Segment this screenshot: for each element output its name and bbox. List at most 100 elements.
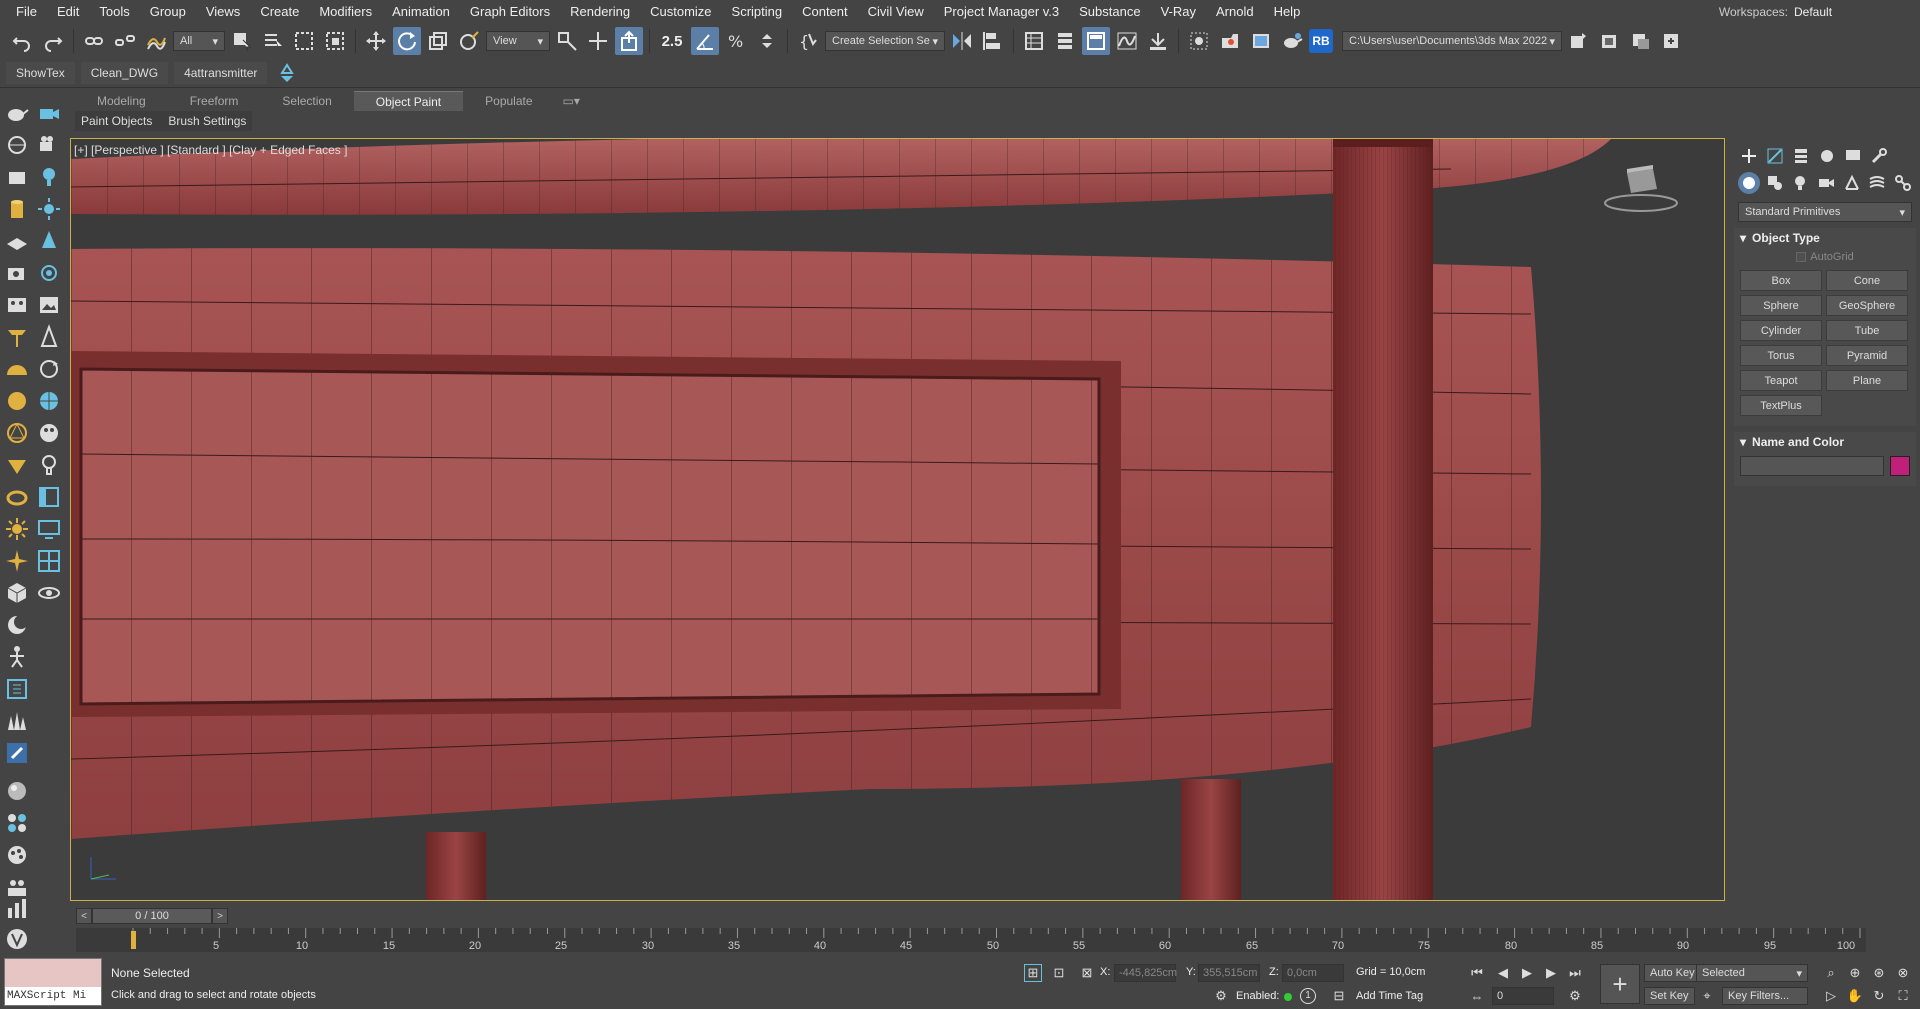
torus-tool-button[interactable] (4, 484, 30, 510)
window-crossing-button[interactable] (321, 27, 349, 55)
torus-button[interactable]: Torus (1740, 345, 1822, 366)
perspective-viewport[interactable]: [+] [Perspective ] [Standard ] [Clay + E… (70, 138, 1725, 901)
workspaces-dropdown[interactable]: Default (1794, 5, 1914, 19)
time-config-button[interactable]: ⚙ (1566, 987, 1584, 1005)
autogrid-checkbox[interactable] (1796, 252, 1807, 262)
material-editor-button[interactable] (1185, 27, 1213, 55)
cylinder-button[interactable]: Cylinder (1740, 320, 1822, 341)
maxscript-listener[interactable]: MAXScript Mi (4, 958, 102, 1006)
chart-tool-button[interactable] (4, 896, 30, 922)
snaps-toggle-button[interactable]: 2.5 (656, 27, 688, 55)
object-category-dropdown[interactable]: Standard Primitives ▾ (1738, 202, 1912, 222)
named-selection-set-dropdown[interactable]: Create Selection Se ▾ (825, 31, 945, 51)
zoom-button[interactable]: ⌕ (1822, 964, 1840, 982)
menu-rendering[interactable]: Rendering (560, 0, 640, 24)
goto-end-button[interactable]: ⏭ (1566, 964, 1584, 982)
pyramid-button[interactable]: Pyramid (1826, 345, 1908, 366)
hierarchy-tool-button[interactable] (4, 676, 30, 702)
set-project-folder-button[interactable] (1596, 27, 1624, 55)
unlink-button[interactable] (111, 27, 139, 55)
add-time-tag[interactable]: Add Time Tag (1356, 990, 1423, 1002)
panel-tool-button[interactable] (36, 484, 62, 510)
rb-plugin-button[interactable]: RB (1309, 29, 1333, 53)
rotate-button[interactable] (393, 27, 421, 55)
next-frame-button[interactable]: ▶ (1542, 964, 1560, 982)
layer-explorer-button[interactable] (1051, 27, 1079, 55)
hierarchy-tab[interactable] (1790, 145, 1812, 167)
menu-group[interactable]: Group (140, 0, 196, 24)
utilities-tab[interactable] (1868, 145, 1890, 167)
rotate-view-tool-button[interactable] (36, 356, 62, 382)
menu-help[interactable]: Help (1264, 0, 1311, 24)
scene-explorer-button[interactable] (1020, 27, 1048, 55)
project-tools-button[interactable] (1658, 27, 1686, 55)
maxscript-mini-input[interactable]: MAXScript Mi (5, 987, 101, 1005)
systems-category[interactable] (1892, 172, 1914, 194)
spacewarps-category[interactable] (1867, 172, 1889, 194)
teapot-tool-button[interactable] (4, 100, 30, 126)
particles-tool-button[interactable] (4, 810, 30, 836)
light-tool-button[interactable] (36, 164, 62, 190)
figure-tool-button[interactable] (4, 644, 30, 670)
textplus-button[interactable]: TextPlus (1740, 395, 1822, 416)
cone-button[interactable]: Cone (1826, 270, 1908, 291)
percent-snap-button[interactable]: % (722, 27, 750, 55)
field-of-view-button[interactable]: ▷ (1822, 987, 1840, 1005)
helpers-category[interactable] (1841, 172, 1863, 194)
orbit-tool-button[interactable] (4, 132, 30, 158)
palette2-tool-button[interactable] (4, 842, 30, 868)
menu-civil-view[interactable]: Civil View (858, 0, 934, 24)
render-cam-tool-button[interactable] (4, 260, 30, 286)
rect-selection-button[interactable] (290, 27, 318, 55)
globe-tool-button[interactable] (36, 388, 62, 414)
move-button[interactable] (362, 27, 390, 55)
zoom-all-button[interactable]: ⊕ (1846, 964, 1864, 982)
omni-tool-button[interactable] (36, 260, 62, 286)
edit-named-selection-button[interactable]: { (794, 27, 822, 55)
absolute-mode-button[interactable]: ⊠ (1078, 964, 1096, 982)
project-folder-dropdown[interactable]: C:\Users\user\Documents\3ds Max 2022 ▾ (1342, 31, 1562, 51)
undo-button[interactable] (8, 27, 36, 55)
tab-selection[interactable]: Selection (260, 91, 353, 111)
play-button[interactable]: ▶ (1518, 964, 1536, 982)
tab-modeling[interactable]: Modeling (75, 91, 168, 111)
spotlight-tool-button[interactable] (36, 228, 62, 254)
object-name-input[interactable] (1740, 456, 1885, 476)
selection-lock-button[interactable]: ⊡ (1050, 964, 1068, 982)
cameras-category[interactable] (1815, 172, 1837, 194)
project-folder-button[interactable] (1565, 27, 1593, 55)
paint-tool-button[interactable] (4, 740, 30, 766)
prev-frame-button[interactable]: ◀ (1494, 964, 1512, 982)
image-tool-button[interactable] (36, 292, 62, 318)
viewport-label[interactable]: [+] [Perspective ] [Standard ] [Clay + E… (74, 143, 347, 157)
current-frame-field[interactable]: 0 (1492, 987, 1554, 1005)
mirror-button[interactable] (948, 27, 976, 55)
clean-dwg-button[interactable]: Clean_DWG (80, 61, 169, 84)
camera2-tool-button[interactable] (36, 132, 62, 158)
sparkle-tool-button[interactable] (4, 548, 30, 574)
redo-button[interactable] (39, 27, 67, 55)
bind-spacewarp-button[interactable] (142, 27, 170, 55)
brush-settings-panel[interactable]: Brush Settings (162, 114, 252, 128)
selection-filter-dropdown[interactable]: All ▾ (173, 31, 225, 51)
menu-customize[interactable]: Customize (640, 0, 721, 24)
select-by-name-button[interactable] (259, 27, 287, 55)
time-slider[interactable]: 0 / 100 (92, 908, 212, 924)
toggle-ribbon-button[interactable] (1082, 27, 1110, 55)
lights-category[interactable] (1789, 172, 1811, 194)
key-mode-dropdown[interactable]: Selected ▾ (1696, 964, 1808, 982)
align-button[interactable] (979, 27, 1007, 55)
menu-views[interactable]: Views (196, 0, 250, 24)
place-button[interactable] (455, 27, 483, 55)
geosphere-tool-button[interactable] (4, 420, 30, 446)
set-key-big-button[interactable]: + (1600, 964, 1640, 1004)
link-button[interactable] (80, 27, 108, 55)
grass-tool-button[interactable] (4, 708, 30, 734)
camera-tool-button[interactable] (36, 100, 62, 126)
angle-snap-button[interactable] (691, 27, 719, 55)
modify-tab[interactable] (1764, 145, 1786, 167)
motion-tab[interactable] (1816, 145, 1838, 167)
film-tool-button[interactable] (4, 292, 30, 318)
teapot-button[interactable]: Teapot (1740, 370, 1822, 391)
scale-button[interactable] (424, 27, 452, 55)
